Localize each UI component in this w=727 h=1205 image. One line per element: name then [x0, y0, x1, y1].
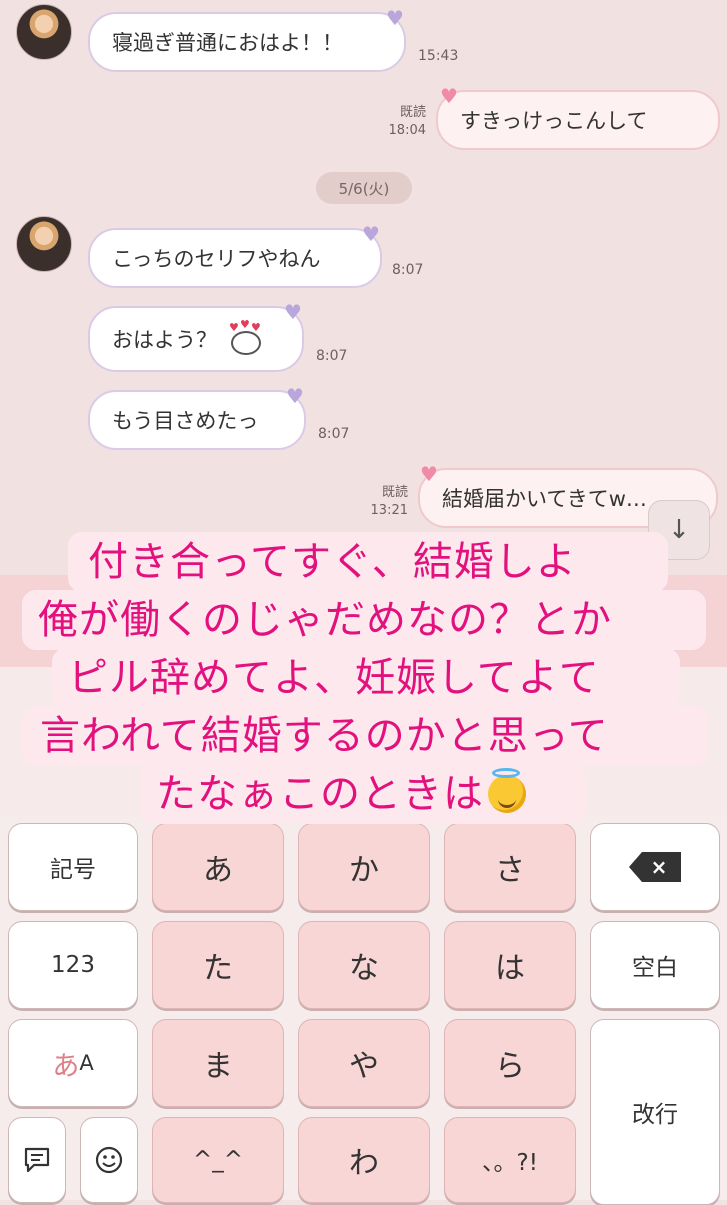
message-text: すきっけっこんして — [460, 109, 648, 133]
chat-area: 寝過ぎ普通におはよ！！ ♥ 15:43 既読 18:04 すきっけっこんして ♥… — [0, 0, 727, 575]
alpha-mode-label: A — [79, 1051, 94, 1075]
caption-line: ピル辞めてよ、妊娠してよて — [52, 648, 680, 708]
read-status: 既読 13:21 — [350, 484, 408, 520]
message-time: 8:07 — [318, 426, 350, 442]
kana-key-ta[interactable]: た — [152, 921, 284, 1009]
kana-key-ya[interactable]: や — [298, 1019, 430, 1107]
message-time: 8:07 — [316, 348, 348, 364]
message-bubble[interactable]: すきっけっこんして — [436, 90, 720, 150]
date-separator: 5/6(火) — [316, 172, 412, 204]
numbers-key-label: 123 — [51, 952, 95, 978]
numbers-key[interactable]: 123 — [8, 921, 138, 1009]
space-key[interactable]: 空白 — [590, 921, 720, 1009]
kaomoji-key-label: ^_^ — [192, 1147, 244, 1173]
heart-icon: ♥ — [386, 6, 404, 30]
heart-icon: ♥ — [440, 84, 458, 108]
enter-key-label: 改行 — [632, 1102, 678, 1128]
caption-line: たなぁこのときは — [140, 764, 586, 824]
kana-key-a[interactable]: あ — [152, 823, 284, 911]
heart-icon: ♥ — [284, 300, 302, 324]
chat-bubble-icon — [24, 1147, 50, 1173]
chat-menu-key[interactable] — [8, 1117, 66, 1203]
kana-key-sa[interactable]: さ — [444, 823, 576, 911]
message-bubble[interactable]: 寝過ぎ普通におはよ！！ — [88, 12, 406, 72]
backspace-icon: × — [629, 852, 681, 882]
kaomoji-key[interactable]: ^_^ — [152, 1117, 284, 1203]
message-time: 18:04 — [388, 123, 426, 138]
input-mode-key[interactable]: あ A — [8, 1019, 138, 1107]
kana-key-ha[interactable]: は — [444, 921, 576, 1009]
kana-key-na[interactable]: な — [298, 921, 430, 1009]
smiley-icon — [95, 1146, 123, 1174]
message-text: もう目さめたっ — [112, 409, 259, 433]
kana-key-wa[interactable]: わ — [298, 1117, 430, 1203]
caption-line: 付き合ってすぐ、結婚しよ — [68, 532, 668, 592]
kana-key-label: か — [349, 853, 379, 888]
caption-text: 俺が働くのじゃだめなの？とか — [38, 597, 612, 643]
message-bubble[interactable]: もう目さめたっ — [88, 390, 306, 450]
message-text: 寝過ぎ普通におはよ！！ — [112, 31, 343, 55]
kana-key-label: な — [349, 951, 379, 986]
arrow-down-icon: ↓ — [668, 515, 690, 545]
kana-key-label: た — [203, 951, 233, 986]
smiling-face-with-halo-icon — [488, 768, 526, 813]
message-bubble[interactable]: おはよう？ ♥ ♥ ♥ — [88, 306, 304, 372]
kana-key-label: ら — [495, 1049, 525, 1084]
message-time: 8:07 — [392, 262, 424, 278]
message-text: 結婚届かいてきてw… — [442, 487, 647, 511]
kana-key-label: ま — [203, 1049, 233, 1084]
backspace-key[interactable]: × — [590, 823, 720, 911]
kana-key-label: あ — [203, 853, 233, 888]
read-status: 既読 18:04 — [368, 104, 426, 140]
heart-icon: ♥ — [286, 384, 304, 408]
caption-text: 付き合ってすぐ、結婚しよ — [88, 539, 577, 585]
kana-key-ka[interactable]: か — [298, 823, 430, 911]
character-sticker-icon: ♥ ♥ ♥ — [227, 318, 265, 357]
kana-key-label: わ — [349, 1146, 379, 1181]
message-text: こっちのセリフやねん — [112, 247, 321, 271]
punctuation-key[interactable]: 、。?! — [444, 1117, 576, 1203]
space-key-label: 空白 — [632, 955, 678, 981]
kana-key-label: さ — [495, 853, 525, 888]
kana-key-ra[interactable]: ら — [444, 1019, 576, 1107]
message-text: おはよう？ — [112, 328, 217, 352]
keyboard: 記号 あ か さ × 123 た な は 空白 あ A ま や ら 改行 ^_^… — [0, 815, 727, 1205]
message-time: 13:21 — [370, 503, 408, 518]
message-time: 15:43 — [418, 48, 459, 64]
message-bubble[interactable]: こっちのセリフやねん — [88, 228, 382, 288]
caption-text: ピル辞めてよ、妊娠してよて — [68, 655, 600, 701]
caption-line: 俺が働くのじゃだめなの？とか — [22, 590, 706, 650]
symbols-key[interactable]: 記号 — [8, 823, 138, 911]
avatar[interactable] — [16, 216, 72, 272]
kana-key-label: は — [495, 951, 525, 986]
punctuation-key-label: 、。?! — [482, 1150, 538, 1176]
kana-key-ma[interactable]: ま — [152, 1019, 284, 1107]
caption-text: たなぁこのときは — [156, 771, 484, 817]
read-label: 既読 — [399, 105, 426, 120]
caption-line: 言われて結婚するのかと思って — [22, 706, 708, 766]
avatar[interactable] — [16, 4, 72, 60]
kana-key-label: や — [349, 1049, 379, 1084]
symbols-key-label: 記号 — [50, 857, 96, 883]
heart-icon: ♥ — [420, 462, 438, 486]
enter-key[interactable]: 改行 — [590, 1019, 720, 1205]
caption-text: 言われて結婚するのかと思って — [40, 713, 609, 759]
kana-mode-label: あ — [52, 1050, 80, 1082]
read-label: 既読 — [381, 485, 408, 500]
heart-icon: ♥ — [362, 222, 380, 246]
emoji-key[interactable] — [80, 1117, 138, 1203]
